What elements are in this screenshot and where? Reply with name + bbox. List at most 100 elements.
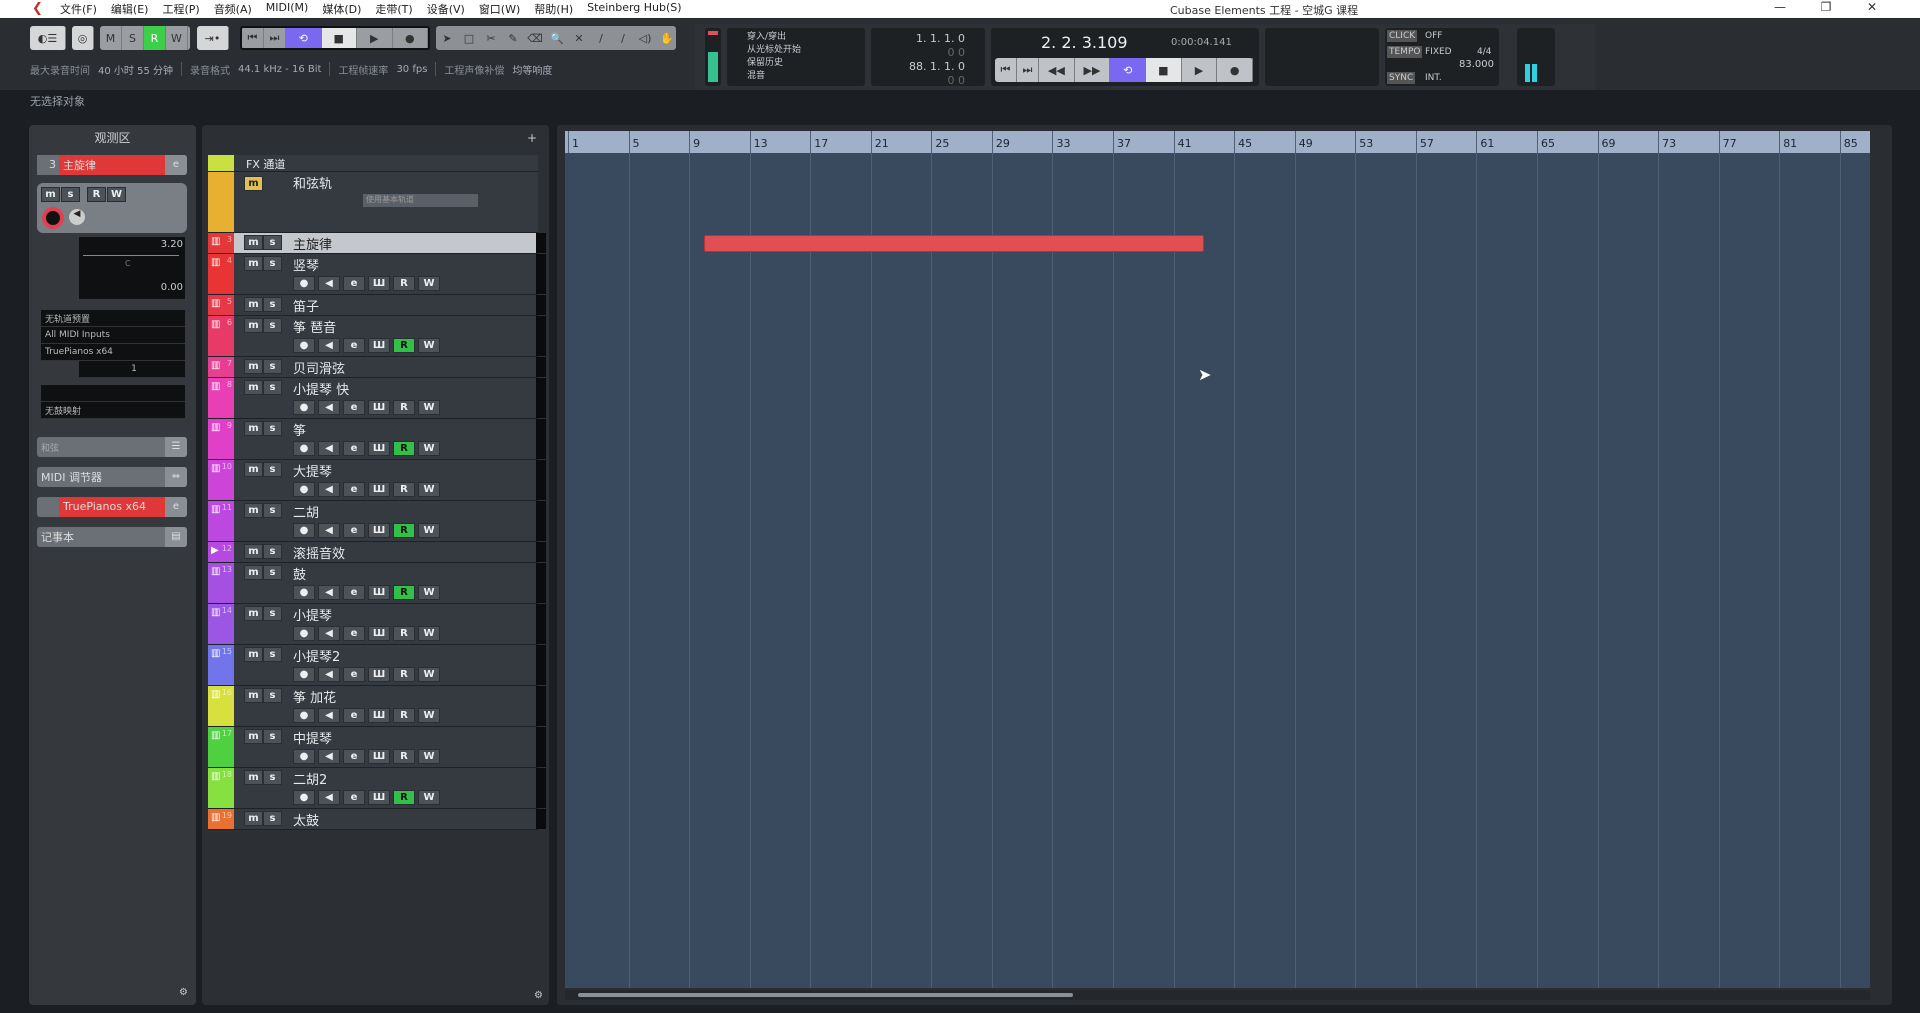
mix-mode[interactable]: 混音: [747, 70, 865, 83]
read-automation-button[interactable]: R: [393, 667, 415, 682]
click-value[interactable]: OFF: [1425, 31, 1442, 41]
record-enable-button[interactable]: ●: [293, 482, 315, 497]
menu-item[interactable]: 窗口(W): [479, 1, 520, 17]
read-button[interactable]: R: [87, 187, 106, 202]
monitor-button[interactable]: ◀: [69, 209, 85, 225]
track-row[interactable]: ▥ 14 m s 小提琴 ● ◀ e Ш R W: [208, 604, 546, 645]
tempo-label[interactable]: TEMPO: [1387, 46, 1423, 58]
drum-map[interactable]: 无鼓映射: [41, 402, 185, 419]
mute-button[interactable]: m: [244, 318, 263, 333]
line-tool-icon[interactable]: /: [590, 26, 612, 50]
mute-button[interactable]: m: [244, 421, 263, 436]
track-preset[interactable]: 无轨道预置: [41, 310, 185, 327]
rewind-button[interactable]: ◀◀: [1039, 58, 1075, 82]
record-enable-button[interactable]: ●: [293, 523, 315, 538]
write-automation-button[interactable]: W: [418, 626, 440, 641]
left-locator[interactable]: 1. 1. 1. 0: [871, 32, 965, 46]
read-automation-button[interactable]: R: [393, 338, 415, 353]
close-button[interactable]: ✕: [1852, 0, 1892, 18]
midi-channel[interactable]: 1: [79, 361, 185, 378]
record-enable-button[interactable]: ●: [293, 400, 315, 415]
record-enable-button[interactable]: ●: [293, 749, 315, 764]
menu-item[interactable]: 帮助(H): [534, 1, 573, 17]
tempo-value[interactable]: 83.000: [1459, 59, 1494, 70]
glue-tool-icon[interactable]: /: [612, 26, 634, 50]
erase-tool-icon[interactable]: ⌫: [524, 26, 546, 50]
edit-instrument-icon[interactable]: e: [165, 155, 187, 175]
mute-button[interactable]: m: [244, 462, 263, 477]
track-name[interactable]: 滚摇音效: [293, 543, 345, 562]
read-automation-button[interactable]: R: [393, 790, 415, 805]
write-automation-button[interactable]: W: [418, 585, 440, 600]
edit-instrument-button[interactable]: e: [343, 441, 365, 456]
record-button[interactable]: ●: [1217, 58, 1254, 82]
read-automation-button[interactable]: R: [393, 441, 415, 456]
cycle-button[interactable]: ⟲: [286, 28, 322, 48]
mute-button[interactable]: m: [244, 503, 263, 518]
mute-button[interactable]: m: [244, 729, 263, 744]
solo-button[interactable]: s: [263, 297, 282, 312]
track-name[interactable]: 筝: [293, 420, 306, 439]
menu-item[interactable]: 音频(A): [214, 1, 252, 17]
monitor-button[interactable]: ◀: [318, 441, 340, 456]
primary-position[interactable]: 2. 2. 3.109: [1041, 33, 1128, 52]
event-display[interactable]: [565, 153, 1870, 988]
track-name[interactable]: 中提琴: [293, 728, 332, 747]
keyboard-icon[interactable]: Ш: [368, 708, 390, 723]
keyboard-icon[interactable]: Ш: [368, 523, 390, 538]
global-r-button[interactable]: R: [144, 26, 166, 50]
section-notepad[interactable]: 记事本 ▤: [37, 527, 187, 547]
minimize-button[interactable]: —: [1760, 0, 1800, 18]
write-automation-button[interactable]: W: [418, 523, 440, 538]
settings-gear-icon[interactable]: ⚙: [534, 990, 543, 1001]
edit-instrument-button[interactable]: e: [343, 626, 365, 641]
edit-instrument-button[interactable]: e: [343, 749, 365, 764]
track-name[interactable]: 小提琴2: [293, 646, 340, 665]
monitor-button[interactable]: ◀: [318, 667, 340, 682]
sync-label[interactable]: SYNC: [1387, 72, 1416, 84]
keyboard-icon[interactable]: Ш: [368, 441, 390, 456]
edit-instrument-button[interactable]: e: [343, 523, 365, 538]
edit-instrument-button[interactable]: e: [343, 276, 365, 291]
rec-format-value[interactable]: 44.1 kHz - 16 Bit: [238, 64, 321, 75]
track-row[interactable]: ▶ 12 m s 滚摇音效: [208, 542, 546, 563]
keyboard-icon[interactable]: Ш: [368, 482, 390, 497]
monitor-button[interactable]: ◀: [318, 708, 340, 723]
keyboard-icon[interactable]: Ш: [368, 790, 390, 805]
autoscroll-button[interactable]: ⇥•: [197, 26, 229, 50]
monitor-button[interactable]: ◀: [318, 749, 340, 764]
read-automation-button[interactable]: R: [393, 482, 415, 497]
program-selector[interactable]: [41, 385, 185, 402]
monitor-button[interactable]: ◀: [318, 400, 340, 415]
pan-law-value[interactable]: 均等响度: [512, 62, 552, 77]
track-row[interactable]: ▥ 4 m s 竖琴 ● ◀ e Ш R W: [208, 254, 546, 295]
voicing-selector[interactable]: 使用基本轨道: [363, 194, 478, 207]
monitor-button[interactable]: ◀: [318, 790, 340, 805]
read-automation-button[interactable]: R: [393, 708, 415, 723]
keyboard-icon[interactable]: Ш: [368, 276, 390, 291]
max-rec-value[interactable]: 40 小时 55 分钟: [98, 62, 173, 77]
solo-button[interactable]: s: [263, 256, 282, 271]
global-s-button[interactable]: S: [122, 26, 144, 50]
solo-button[interactable]: s: [263, 235, 282, 250]
inspector-toggle[interactable]: ◐☰: [30, 26, 66, 50]
track-row[interactable]: ▥ 3 m s 主旋律: [208, 233, 546, 254]
track-row[interactable]: ▥ 10 m s 大提琴 ● ◀ e Ш R W: [208, 460, 546, 501]
time-signature[interactable]: 4/4: [1477, 47, 1491, 57]
track-name[interactable]: 贝司滑弦: [293, 358, 345, 377]
menu-item[interactable]: 编辑(E): [111, 1, 149, 17]
write-automation-button[interactable]: W: [418, 790, 440, 805]
draw-tool-icon[interactable]: ✎: [502, 26, 524, 50]
record-enable-button[interactable]: ●: [293, 441, 315, 456]
mute-button[interactable]: m: [244, 544, 263, 559]
solo-button[interactable]: s: [263, 421, 282, 436]
track-row[interactable]: ▥ 11 m s 二胡 ● ◀ e Ш R W: [208, 501, 546, 542]
record-button[interactable]: ●: [393, 28, 428, 48]
go-start-button[interactable]: ⏮: [995, 58, 1017, 82]
monitor-button[interactable]: ◀: [318, 585, 340, 600]
punch-in-out[interactable]: 穿入/穿出: [747, 31, 865, 44]
write-automation-button[interactable]: W: [418, 482, 440, 497]
record-enable-button[interactable]: ●: [293, 585, 315, 600]
midi-part[interactable]: [704, 235, 1204, 252]
edit-instrument-button[interactable]: e: [343, 708, 365, 723]
